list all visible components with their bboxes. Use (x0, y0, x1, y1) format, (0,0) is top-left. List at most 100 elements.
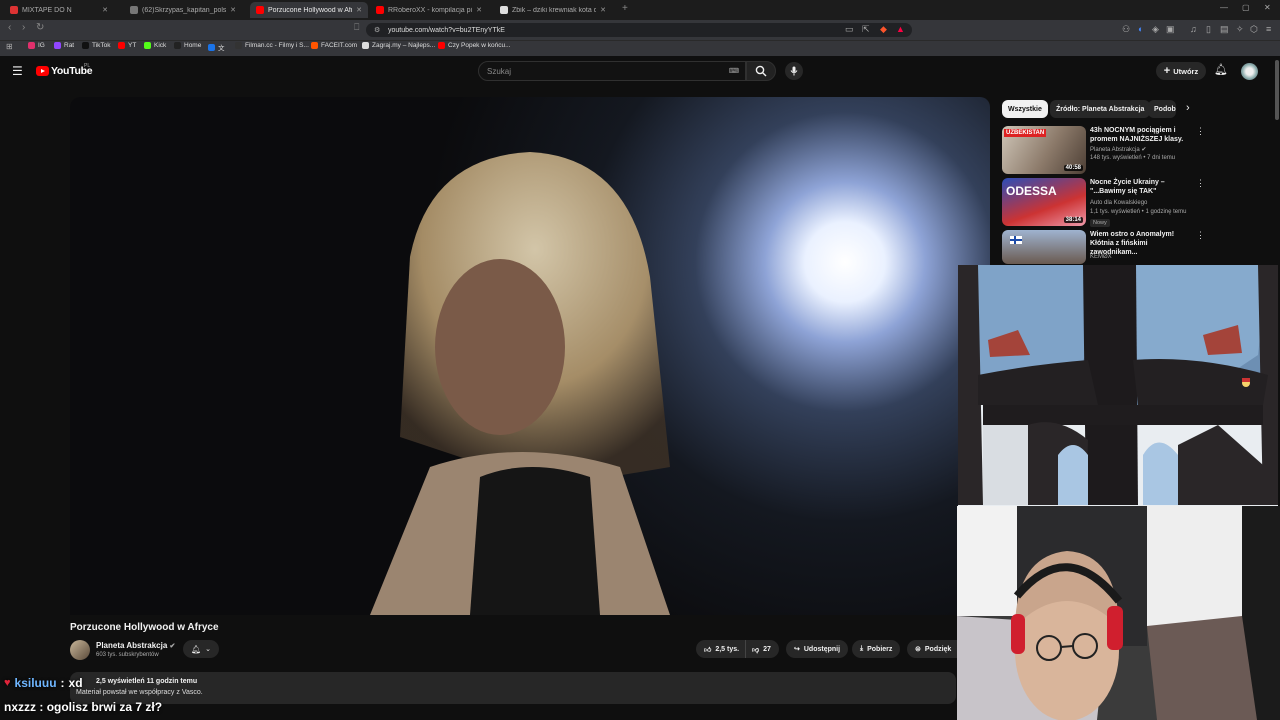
video-player[interactable] (70, 97, 990, 615)
bookmark-item[interactable]: Home (174, 42, 201, 49)
chip-similar[interactable]: Podob (1148, 100, 1176, 118)
bookmark-item[interactable]: Rat (54, 42, 74, 49)
channel-avatar[interactable] (70, 640, 90, 660)
share-icon[interactable]: ⇱ (862, 24, 870, 35)
browser-tab[interactable]: Zbik – dziki krewniak kota domowego✕ (494, 2, 612, 18)
create-button[interactable]: + Utwórz (1156, 62, 1206, 80)
recommendation-item[interactable]: Wiem ostro o Anomalym! Kłótnia z fińskim… (1002, 230, 1205, 264)
more-options-icon[interactable]: ⋮ (1196, 230, 1205, 241)
rewards-icon[interactable]: ▲ (896, 24, 905, 34)
recommendation-title[interactable]: 43h NOCNYM pociągiem i promem NAJNIŻSZEJ… (1090, 126, 1186, 144)
bookmark-favicon-icon (438, 42, 445, 49)
recommendation-channel[interactable]: KEMØX (1090, 254, 1112, 260)
voice-search-button[interactable] (785, 62, 803, 80)
close-window-button[interactable]: ✕ (1264, 3, 1271, 12)
like-button[interactable]: 👍︎ 2,5 tys. (696, 640, 746, 658)
browser-tab[interactable]: Porzucone Hollywood w Afry ✕ (250, 2, 368, 18)
youtube-logo-icon[interactable] (36, 66, 49, 76)
page-scrollbar[interactable] (1274, 60, 1280, 260)
brave-shield-icon[interactable]: ◆ (880, 24, 887, 35)
tab-close-icon[interactable]: ✕ (600, 6, 606, 14)
video-thumbnail[interactable]: UZBEKISTAN 40:58 (1002, 126, 1086, 174)
search-input[interactable]: Szukaj ⌨ (478, 61, 746, 81)
browser-tab[interactable]: (62)Skrzypas_kapitan_polska (@skrzy✕ (124, 2, 242, 18)
search-placeholder: Szukaj (487, 66, 512, 76)
site-info-icon[interactable]: ⚙ (374, 26, 380, 34)
bookmark-item[interactable]: YT (118, 42, 136, 49)
bookmark-item[interactable]: Kick (144, 42, 166, 49)
download-button[interactable]: ⤓ Pobierz (852, 640, 901, 658)
extension-icon[interactable]: ⚇ (1122, 24, 1130, 35)
address-bar[interactable]: ⚙ youtube.com/watch?v=bu2TEnyYTkE (366, 23, 912, 37)
region-code: PL (84, 63, 91, 69)
leo-icon[interactable]: ✧ (1236, 24, 1244, 35)
vpn-icon[interactable]: ⬡ (1250, 24, 1258, 35)
channel-name[interactable]: Planeta Abstrakcja ✔ (96, 641, 175, 650)
bookmark-item[interactable]: TikTok (82, 42, 111, 49)
thanks-button[interactable]: ⊜ Podzięk (907, 640, 957, 658)
recommendation-channel[interactable]: Auto dla Kowalskiego (1090, 200, 1147, 206)
bookmark-favicon-icon (208, 43, 215, 51)
recommendation-item[interactable]: UZBEKISTAN 40:58 43h NOCNYM pociągiem i … (1002, 126, 1205, 176)
chip-source-channel[interactable]: Źródło: Planeta Abstrakcja (1050, 100, 1151, 118)
bookmark-icon[interactable]: ⎕ (354, 22, 359, 33)
bookmark-label: Filman.cc - Filmy i S... (245, 42, 309, 49)
bookmark-favicon-icon (235, 42, 242, 49)
recommendation-title[interactable]: Wiem ostro o Anomalym! Kłótnia z fińskim… (1090, 230, 1186, 257)
dislike-count: 27 (763, 645, 771, 653)
browser-tab[interactable]: MIXTAPE DO N ✕ (4, 2, 114, 18)
wallet-icon[interactable]: ▤ (1220, 24, 1229, 35)
extension-icon[interactable]: ▣ (1166, 24, 1175, 35)
share-arrow-icon: ↪ (794, 646, 800, 653)
bookmark-item[interactable]: 文 (208, 42, 225, 52)
bookmark-item[interactable]: IG (28, 42, 45, 49)
sidebar-icon[interactable]: ▯ (1206, 24, 1211, 35)
bookmark-label: Czy Popek w końcu... (448, 42, 511, 49)
bookmark-item[interactable]: FACEIT.com (311, 42, 357, 49)
new-tab-button[interactable]: + (622, 3, 628, 14)
account-avatar[interactable] (1241, 63, 1258, 80)
menu-icon[interactable]: ≡ (1266, 24, 1271, 34)
bookmark-item[interactable]: Zagraj.my – Najleps... (362, 42, 435, 49)
apps-grid-icon[interactable]: ⊞ (6, 42, 13, 51)
back-icon[interactable]: ‹ (8, 22, 11, 33)
install-app-icon[interactable]: ▭ (845, 24, 854, 35)
tab-close-icon[interactable]: ✕ (356, 6, 362, 14)
notifications-bell-icon[interactable]: 🔔︎ (1214, 63, 1228, 76)
extension-icon[interactable]: ◐ (1138, 24, 1143, 34)
tab-close-icon[interactable]: ✕ (230, 6, 236, 14)
bookmark-item[interactable]: Filman.cc - Filmy i S... (235, 42, 309, 49)
tab-close-icon[interactable]: ✕ (102, 6, 108, 14)
tab-close-icon[interactable]: ✕ (476, 6, 482, 14)
maximize-button[interactable]: ▢ (1242, 3, 1250, 12)
keyboard-icon[interactable]: ⌨ (729, 67, 739, 75)
chevron-right-icon[interactable]: › (1186, 102, 1190, 114)
browser-tab[interactable]: RRoberoXX - kompilacja pianek - Yo ✕ (370, 2, 488, 18)
plus-icon: + (1163, 65, 1171, 77)
chip-all[interactable]: Wszystkie (1002, 100, 1048, 118)
search-button[interactable] (746, 61, 776, 81)
more-options-icon[interactable]: ⋮ (1196, 126, 1205, 137)
hamburger-menu-icon[interactable]: ☰ (12, 64, 23, 78)
minimize-button[interactable]: — (1220, 3, 1228, 12)
verified-icon: ✔ (1141, 147, 1147, 153)
video-thumbnail[interactable]: ODESSA 38:14 (1002, 178, 1086, 226)
recommendation-title[interactable]: Nocne Życie Ukrainy – "...Bawimy się TAK… (1090, 178, 1186, 196)
thumbs-up-icon: 👍︎ (704, 646, 712, 654)
recommendation-channel[interactable]: Planeta Abstrakcja ✔ (1090, 146, 1146, 153)
recommendation-item[interactable]: ODESSA 38:14 Nocne Życie Ukrainy – "...B… (1002, 178, 1205, 228)
bookmark-favicon-icon (311, 42, 318, 49)
forward-icon[interactable]: › (22, 22, 25, 33)
extension-icon[interactable]: ◈ (1152, 24, 1159, 35)
description-box[interactable] (70, 672, 956, 704)
bookmark-label: FACEIT.com (321, 42, 358, 49)
bookmark-item[interactable]: Czy Popek w końcu... (438, 42, 511, 49)
media-icon[interactable]: ♫ (1190, 24, 1197, 34)
share-button[interactable]: ↪ Udostępnij (786, 640, 849, 658)
video-frame-person (370, 152, 670, 615)
subscribed-button[interactable]: 🔔︎ ⌄ (183, 640, 219, 658)
reload-icon[interactable]: ↻ (36, 22, 44, 33)
more-options-icon[interactable]: ⋮ (1196, 178, 1205, 189)
dislike-button[interactable]: 👎︎ 27 (745, 640, 779, 658)
video-thumbnail[interactable] (1002, 230, 1086, 264)
